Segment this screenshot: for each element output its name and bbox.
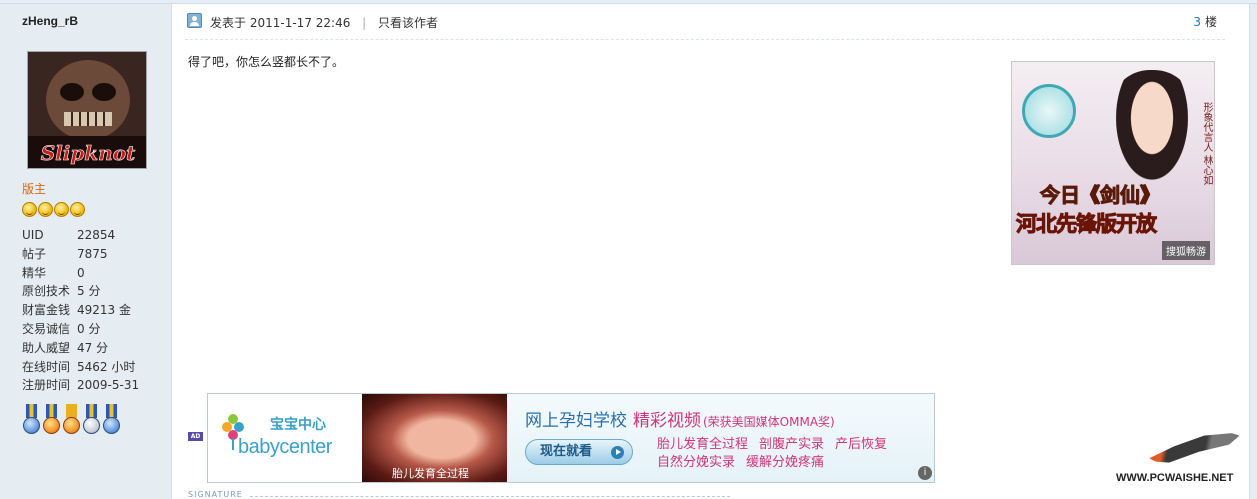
stat-label: 帖子 xyxy=(22,246,47,261)
stat-label: 财富金钱 xyxy=(22,303,71,318)
medal-list xyxy=(22,404,121,438)
fetus-photo: 胎儿发育全过程 xyxy=(362,394,507,482)
stat-label: 助人威望 xyxy=(22,340,71,355)
banner-title-sub: (荣获美国媒体OMMA奖) xyxy=(703,415,835,429)
banner-link[interactable]: 缓解分娩疼痛 xyxy=(746,455,824,470)
stat-label: UID xyxy=(22,228,44,242)
stat-row: 原创技术 5 分 xyxy=(22,282,139,301)
ad-portrait xyxy=(1110,70,1194,190)
stat-value: 0 xyxy=(77,265,85,280)
game-logo-icon xyxy=(1022,84,1076,138)
floor-label: 楼 xyxy=(1204,15,1217,29)
stat-row: 财富金钱 49213 金 xyxy=(22,301,139,320)
ad-spokesperson-text: 形象代言人 林心如 xyxy=(1201,102,1212,186)
user-online-icon xyxy=(187,13,202,28)
ad-info-icon[interactable]: i xyxy=(918,466,932,480)
avatar-logo-text: Slipknot xyxy=(41,141,136,165)
posted-time: 2011-1-17 22:46 xyxy=(249,16,351,30)
site-watermark: WWW.PCWAISHE.NET xyxy=(1114,430,1254,488)
stat-label: 精华 xyxy=(22,265,47,280)
signature-label: SIGNATURE xyxy=(188,490,729,499)
stat-row: 精华 0 xyxy=(22,264,139,283)
post-header: 发表于 2011-1-17 22:46 | 只看该作者 3楼 xyxy=(185,10,1225,40)
logo-en-text: babycenter xyxy=(238,436,332,458)
ad-headline-2: 河北先锋版开放 xyxy=(1016,211,1158,237)
banner-link[interactable]: 自然分娩实录 xyxy=(657,455,735,470)
watermark-url: WWW.PCWAISHE.NET xyxy=(1116,472,1234,484)
posted-label: 发表于 xyxy=(210,16,247,30)
smiley-star-icon xyxy=(54,202,69,217)
banner-title-main: 网上孕妇学校 xyxy=(525,411,627,431)
stat-value: 0 分 xyxy=(77,321,101,336)
medal-icon[interactable] xyxy=(42,404,61,438)
author-stats: UID 22854 帖子 7875 精华 0 原创技术 5 分 财富金钱 49213 金 … xyxy=(22,226,139,395)
stat-row: 交易诚信 0 分 xyxy=(22,320,139,339)
post-content: 得了吧，你怎么竖都长不了。 xyxy=(188,55,345,69)
post-meta: 发表于 2011-1-17 22:46 | 只看该作者 xyxy=(210,14,438,31)
top-border xyxy=(0,0,1257,4)
ad-brand-badge: 搜狐畅游 xyxy=(1162,241,1210,260)
stat-label: 在线时间 xyxy=(22,359,71,374)
smiley-star-icon xyxy=(38,202,53,217)
stat-value: 5462 小时 xyxy=(77,359,136,374)
watch-now-label: 现在就看 xyxy=(540,444,593,459)
banner-text-area: 网上孕妇学校 精彩视频 (荣获美国媒体OMMA奖) 现在就看 胎儿发育全过程 剖腹产实… xyxy=(507,394,934,482)
smiley-star-icon xyxy=(22,202,37,217)
smiley-star-icon xyxy=(70,202,85,217)
play-arrow-icon xyxy=(611,446,624,459)
stat-label: 原创技术 xyxy=(22,284,71,299)
stat-row: 帖子 7875 xyxy=(22,245,139,264)
eagle-logo-icon xyxy=(1144,432,1244,463)
banner-ad[interactable]: 宝宝中心 babycenter 胎儿发育全过程 网上孕妇学校 精彩视频 (荣获美国媒… xyxy=(207,393,935,483)
stat-value: 2009-5-31 xyxy=(77,378,140,393)
babycenter-logo: 宝宝中心 babycenter xyxy=(208,394,362,482)
meta-separator: | xyxy=(362,16,367,30)
stat-value: 49213 金 xyxy=(77,303,131,318)
floor-number[interactable]: 3 xyxy=(1193,15,1201,29)
stat-value: 47 分 xyxy=(77,340,109,355)
stat-value: 7875 xyxy=(77,246,108,261)
stat-row: 在线时间 5462 小时 xyxy=(22,358,139,377)
medal-icon[interactable] xyxy=(22,404,41,438)
stat-label: 注册时间 xyxy=(22,378,71,393)
logo-cn-text: 宝宝中心 xyxy=(270,417,326,433)
floor-indicator[interactable]: 3楼 xyxy=(1193,13,1217,30)
author-avatar[interactable]: Slipknot xyxy=(27,51,147,169)
ad-headline-1: 今日《剑仙》 xyxy=(1040,183,1161,208)
medal-icon[interactable] xyxy=(62,404,81,438)
watch-now-button[interactable]: 现在就看 xyxy=(525,439,633,465)
stat-value: 5 分 xyxy=(77,284,101,299)
author-role: 版主 xyxy=(22,182,47,196)
banner-link[interactable]: 产后恢复 xyxy=(835,437,887,452)
banner-links: 胎儿发育全过程 剖腹产实录 产后恢复 自然分娩实录 缓解分娩疼痛 xyxy=(657,436,898,472)
right-edge-panel xyxy=(1249,4,1257,499)
banner-title-highlight: 精彩视频 xyxy=(633,411,701,431)
author-sidebar: zHeng_rB Slipknot 版主 UID 22854 帖子 7875 精华 0… xyxy=(0,4,172,499)
stat-row: 助人威望 47 分 xyxy=(22,339,139,358)
banner-title: 网上孕妇学校 精彩视频 (荣获美国媒体OMMA奖) xyxy=(525,406,835,431)
banner-link[interactable]: 剖腹产实录 xyxy=(759,437,824,452)
author-name-link[interactable]: zHeng_rB xyxy=(22,14,78,28)
stat-value: 22854 xyxy=(77,228,116,242)
rank-stars xyxy=(22,202,85,217)
stat-row: 注册时间 2009-5-31 xyxy=(22,376,139,395)
photo-caption: 胎儿发育全过程 xyxy=(392,467,469,480)
medal-icon[interactable] xyxy=(102,404,121,438)
medal-icon[interactable] xyxy=(82,404,101,438)
side-ad-banner[interactable]: 形象代言人 林心如 今日《剑仙》 河北先锋版开放 搜狐畅游 xyxy=(1011,61,1215,265)
banner-link[interactable]: 胎儿发育全过程 xyxy=(657,437,748,452)
stat-row: UID 22854 xyxy=(22,226,139,245)
only-author-link[interactable]: 只看该作者 xyxy=(378,16,438,30)
ad-tag-icon: AD xyxy=(188,432,203,441)
stat-label: 交易诚信 xyxy=(22,321,71,336)
